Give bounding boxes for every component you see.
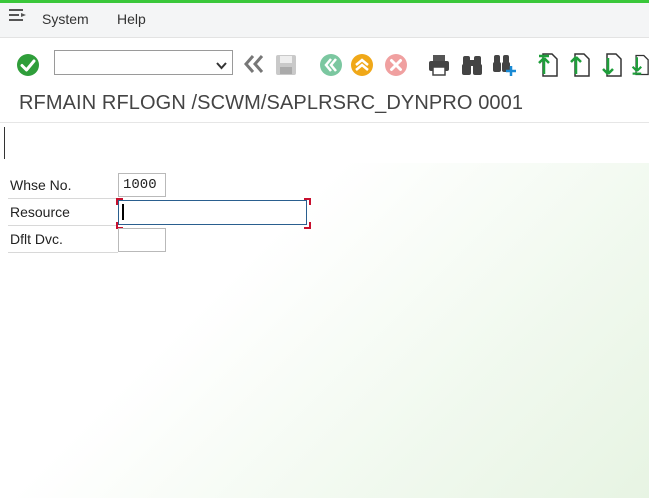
toolbar-separator [4, 127, 5, 159]
last-page-icon[interactable] [630, 51, 649, 79]
previous-page-icon[interactable] [567, 51, 591, 79]
whse-row: Whse No. [8, 172, 118, 199]
application-toolbar [0, 122, 649, 164]
page-title: RFMAIN RFLOGN /SCWM/SAPLRSRC_DYNPRO 0001 [19, 92, 524, 114]
command-field[interactable] [54, 50, 233, 75]
text-caret [122, 204, 124, 220]
menu-help[interactable]: Help [117, 11, 146, 27]
dflt-row: Dflt Dvc. [8, 226, 118, 253]
save-icon[interactable] [273, 52, 299, 78]
menu-system[interactable]: System [42, 11, 89, 27]
focus-corner-tr [304, 198, 311, 205]
resource-field[interactable] [118, 200, 307, 225]
whse-label: Whse No. [10, 177, 72, 193]
resource-input[interactable] [121, 202, 305, 225]
cancel-icon[interactable] [383, 52, 409, 78]
menu-bar: System Help [0, 3, 649, 38]
focus-corner-br [304, 222, 311, 229]
enter-icon[interactable] [15, 52, 41, 78]
double-left-icon[interactable] [242, 53, 266, 75]
print-icon[interactable] [426, 52, 452, 78]
toolbar [0, 38, 649, 86]
command-input[interactable] [58, 52, 212, 75]
resource-label: Resource [10, 204, 70, 220]
whse-value: 1000 [118, 173, 166, 197]
dflt-value[interactable] [118, 228, 166, 252]
exit-icon[interactable] [349, 52, 375, 78]
resource-row: Resource [8, 199, 118, 226]
next-page-icon[interactable] [599, 51, 623, 79]
find-next-icon[interactable] [490, 52, 518, 78]
menu-icon[interactable] [9, 9, 27, 23]
dflt-label: Dflt Dvc. [10, 231, 63, 247]
dropdown-icon[interactable] [216, 57, 227, 73]
find-icon[interactable] [459, 52, 485, 78]
first-page-icon[interactable] [535, 51, 559, 79]
back-icon[interactable] [318, 52, 344, 78]
